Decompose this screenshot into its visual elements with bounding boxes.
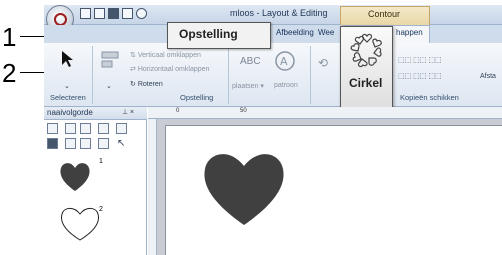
callout-number-1: 1 (2, 22, 17, 52)
ribbon-tab-row (44, 25, 502, 43)
place-path-label: plaatsen (232, 83, 259, 90)
copy-row-1-button[interactable]: ⬚⬚ ⬚⬚ ⬚⬚ (398, 56, 442, 64)
place-path-button[interactable]: plaatsen ▾ (232, 82, 264, 90)
new-file-icon[interactable] (80, 8, 91, 19)
copy-row-2-button[interactable]: ⬚⬚ ⬚⬚ ⬚⬚ (398, 72, 442, 80)
list-item[interactable] (58, 203, 102, 243)
panel-tool-5-icon[interactable] (116, 123, 127, 134)
tab-contextual[interactable]: happen (396, 28, 423, 37)
svg-text:A: A (280, 55, 288, 68)
opstelling-highlight-label: Opstelling (179, 27, 238, 41)
list-item-number: 1 (99, 158, 103, 165)
ruler-horizontal (148, 107, 502, 119)
group-separator (228, 46, 229, 104)
window-title: mloos - Layout & Editing (230, 8, 328, 18)
panel-tool-2-icon[interactable] (65, 123, 76, 134)
panel-pin-close-icon[interactable]: ⊥ × (122, 108, 134, 116)
panel-tool-1-icon[interactable] (47, 123, 58, 134)
panel-tool-4-icon[interactable] (98, 123, 109, 134)
flip-horizontal-button[interactable]: ⇄ Horizontaal omklappen (130, 65, 209, 73)
tab-afbeelding[interactable]: Afbeelding (276, 28, 314, 37)
text-on-path-button[interactable]: ABC (240, 56, 261, 67)
circle-of-hearts-icon (350, 33, 382, 68)
panel-title: naaivolgorde (47, 108, 93, 117)
panel-tool-9-icon[interactable] (98, 138, 109, 149)
cirkel-label: Cirkel (349, 76, 383, 90)
panel-tool-3-icon[interactable] (80, 123, 91, 134)
flip-horizontal-label: Horizontaal omklappen (137, 66, 210, 73)
pattern-label: patroon (274, 82, 298, 89)
panel-pointer-icon[interactable]: ↖ (117, 138, 125, 149)
group-separator (310, 46, 311, 104)
panel-tool-6-icon[interactable] (47, 138, 58, 149)
contextual-tab-header-label: Contour (368, 9, 401, 19)
flip-vertical-button[interactable]: ⇅ Verticaal omklappen (130, 51, 201, 59)
ruler-label-zero: 0 (176, 108, 180, 114)
save-icon[interactable] (108, 8, 119, 19)
place-path-chevron-icon: ▾ (260, 83, 264, 90)
ruler-vertical (148, 119, 157, 255)
list-item[interactable] (58, 158, 92, 194)
select-arrow-icon[interactable] (60, 50, 76, 68)
group-label-kopieen: Kopieën schikken (400, 93, 459, 102)
undo-arc-icon[interactable]: ⟲ (318, 56, 328, 70)
heart-shape[interactable] (201, 146, 287, 228)
align-dropdown-chevron-icon[interactable]: ⌄ (106, 82, 112, 90)
rotate-label: Roteren (137, 81, 163, 88)
group-label-selecteren: Selecteren (50, 93, 86, 102)
select-dropdown-chevron-icon[interactable]: ⌄ (64, 82, 70, 90)
text-on-path-icon: ABC (240, 56, 261, 67)
list-item-number: 2 (99, 206, 103, 213)
panel-tool-7-icon[interactable] (65, 138, 76, 149)
distance-label: Afsta (480, 73, 496, 80)
preview-icon[interactable] (122, 8, 133, 19)
group-separator (92, 46, 93, 104)
ruler-label-fifty: 50 (240, 108, 247, 114)
rotate-button[interactable]: ↻ Roteren (130, 80, 163, 88)
rotate-icon: ↻ (130, 81, 138, 88)
settings-icon[interactable] (136, 8, 147, 19)
align-icon[interactable] (100, 50, 120, 70)
flip-vertical-label: Verticaal omklappen (137, 52, 201, 59)
pattern-button[interactable]: patroon (274, 82, 298, 89)
callout-number-2: 2 (2, 58, 17, 88)
tab-weergave[interactable]: Wee (318, 28, 334, 37)
flip-horizontal-icon: ⇄ (130, 66, 138, 73)
flip-vertical-icon: ⇅ (130, 52, 138, 59)
panel-tool-8-icon[interactable] (80, 138, 91, 149)
open-file-icon[interactable] (94, 8, 105, 19)
group-label-opstelling: Opstelling (180, 93, 214, 102)
text-circle-icon[interactable]: A (274, 50, 296, 72)
